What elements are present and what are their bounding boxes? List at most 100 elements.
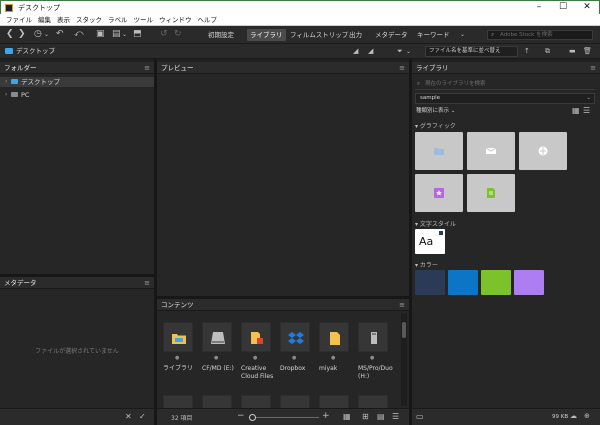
panel-menu-icon[interactable]: ≡ — [144, 62, 150, 74]
menu-window[interactable]: ウィンドウ — [156, 14, 195, 26]
content-item-thumbnail[interactable] — [202, 395, 232, 408]
list-view-icon[interactable]: ☰ — [583, 106, 590, 115]
panel-menu-icon[interactable]: ≡ — [399, 62, 405, 74]
content-item-thumbnail[interactable] — [202, 322, 232, 352]
metadata-panel-tab[interactable]: メタデータ ≡ — [0, 277, 154, 289]
library-selector[interactable]: sample ⌄ — [415, 93, 595, 104]
panel-menu-icon[interactable]: ≡ — [590, 62, 596, 74]
content-panel-tab[interactable]: コンテンツ ≡ — [157, 299, 409, 311]
close-button[interactable]: ✕ — [575, 1, 599, 15]
workspace-keywords[interactable]: キーワード — [414, 29, 453, 41]
panel-menu-icon[interactable]: ≡ — [399, 299, 405, 311]
rating-dot[interactable]: ● — [331, 355, 335, 361]
library-folder-icon[interactable]: ▭ — [416, 412, 424, 421]
chevron-down-icon[interactable]: ⌄ — [122, 29, 127, 40]
content-scrollbar[interactable] — [401, 313, 407, 406]
back-icon[interactable]: ❮ — [6, 29, 14, 40]
folders-panel-tab[interactable]: フォルダー ≡ — [0, 62, 154, 74]
panel-menu-icon[interactable]: ≡ — [144, 277, 150, 289]
libraries-panel-tab[interactable]: ライブラリ ≡ — [412, 62, 600, 74]
cloud-sync-icon[interactable]: ☁ — [570, 412, 577, 420]
colors-section-toggle[interactable]: ▾ カラー — [415, 260, 438, 269]
list-view-icon[interactable]: ☰ — [392, 412, 399, 421]
cancel-icon[interactable]: ✕ — [125, 412, 132, 421]
menu-label[interactable]: ラベル — [105, 14, 131, 26]
content-item-thumbnail[interactable] — [163, 322, 193, 352]
menu-file[interactable]: ファイル — [3, 14, 35, 26]
rating-filter-icon[interactable]: ◢ — [368, 46, 373, 57]
color-swatch[interactable] — [514, 270, 544, 295]
chevron-down-icon[interactable]: ⌄ — [406, 46, 411, 57]
apply-checkmark-icon[interactable]: ✓ — [139, 412, 146, 421]
rating-dot[interactable]: ● — [214, 355, 218, 361]
minimize-button[interactable]: – — [527, 1, 551, 15]
char-style-asset[interactable]: Aa — [415, 229, 445, 254]
expand-arrow-icon[interactable]: › — [5, 77, 7, 87]
chevron-down-icon[interactable]: ⌄ — [460, 29, 465, 40]
content-item-thumbnail[interactable] — [280, 395, 310, 408]
rotate-right-icon[interactable]: ↻ — [174, 29, 182, 40]
grid-lock-icon[interactable]: ▦ — [343, 412, 351, 421]
thumbnail-view-icon[interactable]: ⊞ — [362, 412, 369, 421]
workspace-essentials[interactable]: 初期設定 — [205, 29, 237, 41]
zoom-in-icon[interactable]: + — [322, 411, 330, 421]
menu-view[interactable]: 表示 — [54, 14, 73, 26]
content-item-thumbnail[interactable] — [241, 322, 271, 352]
rotate-left-icon[interactable]: ↺ — [160, 29, 168, 40]
workspace-filmstrip[interactable]: フィルムストリップ — [287, 29, 351, 41]
recent-folder-icon[interactable]: ◷ — [34, 29, 42, 40]
rating-dot[interactable]: ● — [292, 355, 296, 361]
slider-handle[interactable] — [249, 414, 256, 421]
chevron-down-icon[interactable]: ⌄ — [44, 29, 49, 40]
content-item-thumbnail[interactable] — [241, 395, 271, 408]
preview-panel-tab[interactable]: プレビュー ≡ — [157, 62, 409, 74]
refine-icon[interactable]: ▤ — [112, 29, 121, 40]
open-recent-icon[interactable]: ⬒ — [133, 29, 142, 40]
sort-dropdown[interactable]: ファイル名を基準に並べ替え — [425, 46, 518, 57]
graphics-section-toggle[interactable]: ▾ グラフィック — [415, 121, 456, 130]
thumbnail-size-slider[interactable] — [249, 417, 319, 418]
expand-arrow-icon[interactable]: › — [5, 90, 7, 100]
graphic-asset[interactable] — [415, 174, 463, 212]
graphic-asset[interactable] — [467, 132, 515, 170]
quality-options-icon[interactable]: ◢ — [353, 46, 358, 57]
workspace-metadata[interactable]: メタデータ — [372, 29, 411, 41]
color-swatch[interactable] — [415, 270, 445, 295]
tree-item-desktop[interactable]: › デスクトップ — [0, 77, 154, 87]
history-icon[interactable]: ↶ — [56, 29, 64, 40]
graphic-asset[interactable] — [519, 132, 567, 170]
grid-view-icon[interactable]: ▦ — [572, 106, 580, 115]
panel-divider[interactable] — [157, 296, 409, 299]
menu-help[interactable]: ヘルプ — [195, 14, 221, 26]
panel-divider[interactable] — [154, 59, 157, 425]
content-item-thumbnail[interactable] — [163, 395, 193, 408]
graphic-asset[interactable] — [415, 132, 463, 170]
menu-edit[interactable]: 編集 — [35, 14, 54, 26]
tree-item-pc[interactable]: › PC — [0, 90, 154, 100]
color-swatch[interactable] — [448, 270, 478, 295]
char-styles-section-toggle[interactable]: ▾ 文字スタイル — [415, 219, 456, 228]
content-item-thumbnail[interactable] — [358, 322, 388, 352]
content-item-thumbnail[interactable] — [319, 395, 349, 408]
scrollbar-thumb[interactable] — [402, 322, 406, 338]
details-view-icon[interactable]: ▤ — [377, 412, 385, 421]
workspace-libraries[interactable]: ライブラリ — [247, 29, 286, 41]
rating-dot[interactable]: ● — [370, 355, 374, 361]
rating-dot[interactable]: ● — [175, 355, 179, 361]
breadcrumb[interactable]: デスクトップ — [16, 46, 55, 57]
content-item-thumbnail[interactable] — [358, 395, 388, 408]
adobe-stock-search[interactable]: ⌕ Adobe Stock を検索 — [487, 30, 593, 40]
zoom-out-icon[interactable]: − — [237, 411, 245, 421]
sort-direction-icon[interactable]: ↑ — [524, 46, 530, 57]
breadcrumb-chevron-icon[interactable]: › — [52, 46, 55, 57]
menu-stack[interactable]: スタック — [73, 14, 105, 26]
add-asset-icon[interactable]: ⊕ — [584, 412, 590, 420]
view-by-type[interactable]: 種類別に表示 ⌄ — [416, 107, 455, 116]
panel-divider[interactable] — [409, 59, 412, 425]
graphic-asset[interactable] — [467, 174, 515, 212]
color-swatch[interactable] — [481, 270, 511, 295]
content-item-thumbnail[interactable] — [280, 322, 310, 352]
boomerang-icon[interactable]: ⤺ — [74, 29, 84, 40]
camera-icon[interactable]: ▣ — [96, 29, 105, 40]
rating-dot[interactable]: ● — [253, 355, 257, 361]
